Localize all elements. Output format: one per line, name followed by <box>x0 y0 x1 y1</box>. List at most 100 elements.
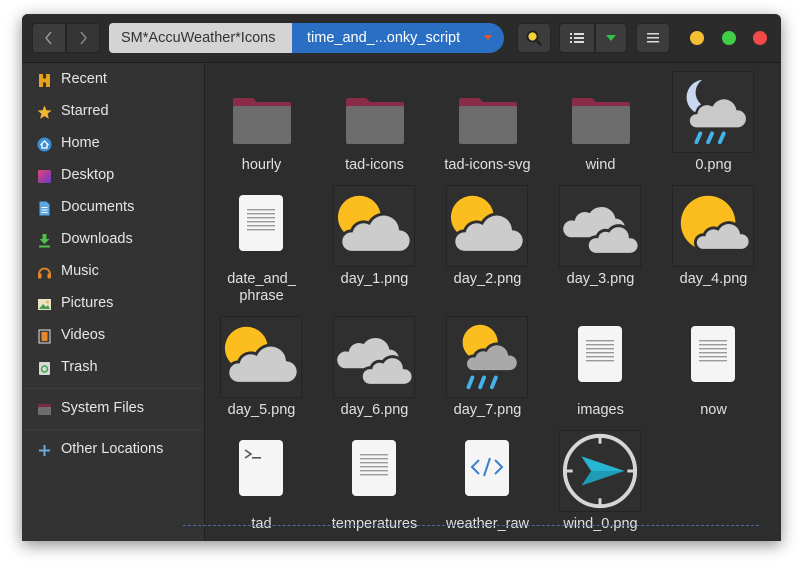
sidebar-item-label: Starred <box>61 103 109 119</box>
folder-icon <box>572 98 630 144</box>
recent-icon <box>39 74 50 87</box>
file-name: images <box>577 402 624 418</box>
sidebar-item-label: Downloads <box>61 231 133 247</box>
sidebar-item-label: Music <box>61 263 99 279</box>
file-item-weather-raw[interactable]: weather_raw <box>431 422 544 541</box>
sidebar-item-other-locations[interactable]: Other Locations <box>22 436 204 464</box>
clouds-icon <box>559 185 641 267</box>
sidebar-item-system-files[interactable]: System Files <box>22 395 204 423</box>
sidebar-separator <box>22 429 204 430</box>
file-grid: hourly tad-icons tad-icons-svg wind 0.pn… <box>205 63 781 541</box>
script-file-icon <box>239 440 283 496</box>
file-name: tad-icons <box>345 157 404 173</box>
text-file-icon <box>578 326 622 382</box>
file-manager-window: SM*AccuWeather*Icons time_and_...onky_sc… <box>22 14 781 541</box>
back-button[interactable] <box>32 23 66 53</box>
sidebar-item-pictures[interactable]: Pictures <box>22 290 204 318</box>
file-item-day-6-png[interactable]: day_6.png <box>318 308 431 436</box>
sun-rain-icon <box>446 316 528 398</box>
file-item-tad[interactable]: tad <box>205 422 318 541</box>
file-name: date_and_ phrase <box>227 271 296 304</box>
clouds-icon <box>333 316 415 398</box>
file-item-day-4-png[interactable]: day_4.png <box>657 177 770 305</box>
sidebar-item-videos[interactable]: Videos <box>22 322 204 350</box>
sidebar-item-home[interactable]: Home <box>22 130 204 158</box>
sun-small-cloud-icon <box>672 185 754 267</box>
downloads-icon <box>39 234 50 248</box>
file-item-day-3-png[interactable]: day_3.png <box>544 177 657 305</box>
file-item-day-7-png[interactable]: day_7.png <box>431 308 544 436</box>
sidebar-item-label: Other Locations <box>61 441 164 457</box>
file-name: 0.png <box>695 157 732 173</box>
file-item-images[interactable]: images <box>544 308 657 436</box>
sidebar-item-music[interactable]: Music <box>22 258 204 286</box>
dropdown-arrow-icon <box>606 35 616 41</box>
file-name: day_2.png <box>453 271 522 287</box>
documents-icon <box>39 201 50 216</box>
star-icon <box>37 105 52 119</box>
sidebar-item-label: Desktop <box>61 167 115 183</box>
file-item-tad-icons[interactable]: tad-icons <box>318 63 431 191</box>
file-item-day-1-png[interactable]: day_1.png <box>318 177 431 305</box>
file-item-day-5-png[interactable]: day_5.png <box>205 308 318 436</box>
text-file-icon <box>691 326 735 382</box>
maximize-button[interactable] <box>722 31 736 45</box>
dropdown-arrow-icon <box>484 35 492 40</box>
path-bar-current-label: time_and_...onky_script <box>307 30 461 46</box>
close-button[interactable] <box>753 31 767 45</box>
file-name: day_6.png <box>340 402 409 418</box>
sidebar-item-starred[interactable]: Starred <box>22 98 204 126</box>
folder-icon <box>346 98 404 144</box>
search-icon <box>526 30 542 46</box>
file-name: day_1.png <box>340 271 409 287</box>
list-view-icon <box>570 33 584 43</box>
chevron-left-icon <box>45 31 52 45</box>
system-files-icon <box>38 404 51 415</box>
menu-button[interactable] <box>636 23 670 53</box>
file-name: wind <box>585 157 616 173</box>
path-bar-parent[interactable]: SM*AccuWeather*Icons <box>109 23 292 53</box>
drop-zone-indicator <box>183 525 759 526</box>
view-options-button[interactable] <box>595 23 627 53</box>
sidebar-item-label: Pictures <box>61 295 114 311</box>
hamburger-menu-icon <box>647 33 659 43</box>
list-view-button[interactable] <box>559 23 595 53</box>
sidebar-item-label: Videos <box>61 327 106 343</box>
desktop-icon <box>38 170 51 183</box>
sidebar-item-trash[interactable]: Trash <box>22 354 204 382</box>
file-name: now <box>700 402 727 418</box>
other-locations-icon <box>39 445 50 456</box>
forward-button[interactable] <box>66 23 100 53</box>
file-name: hourly <box>241 157 282 173</box>
folder-icon <box>233 98 291 144</box>
file-item-hourly[interactable]: hourly <box>205 63 318 191</box>
file-item-day-2-png[interactable]: day_2.png <box>431 177 544 305</box>
home-icon <box>37 137 52 152</box>
sidebar-item-downloads[interactable]: Downloads <box>22 226 204 254</box>
music-icon <box>38 267 51 279</box>
sidebar-item-desktop[interactable]: Desktop <box>22 162 204 190</box>
file-item-wind[interactable]: wind <box>544 63 657 191</box>
sidebar-item-label: Recent <box>61 71 107 87</box>
file-item-0-png[interactable]: 0.png <box>657 63 770 191</box>
folder-icon <box>459 98 517 144</box>
sidebar-item-documents[interactable]: Documents <box>22 194 204 222</box>
sidebar-item-recent[interactable]: Recent <box>22 66 204 94</box>
trash-icon <box>39 362 50 375</box>
file-item-tad-icons-svg[interactable]: tad-icons-svg <box>431 63 544 191</box>
minimize-button[interactable] <box>690 31 704 45</box>
file-name: day_4.png <box>679 271 748 287</box>
file-item-date-and-phrase[interactable]: date_and_ phrase <box>205 177 318 305</box>
file-name: day_5.png <box>227 402 296 418</box>
file-name: day_7.png <box>453 402 522 418</box>
file-item-now[interactable]: now <box>657 308 770 436</box>
header-bar: SM*AccuWeather*Icons time_and_...onky_sc… <box>22 14 781 63</box>
file-item-temperatures[interactable]: temperatures <box>318 422 431 541</box>
path-bar-current[interactable]: time_and_...onky_script <box>292 23 504 53</box>
file-item-wind-0-png[interactable]: wind_0.png <box>544 422 657 541</box>
sidebar: Recent Starred Home Desktop Documents Do… <box>22 63 205 541</box>
sidebar-item-label: Trash <box>61 359 98 375</box>
sidebar-separator <box>22 388 204 389</box>
sun-cloud-icon <box>446 185 528 267</box>
search-button[interactable] <box>517 23 551 53</box>
